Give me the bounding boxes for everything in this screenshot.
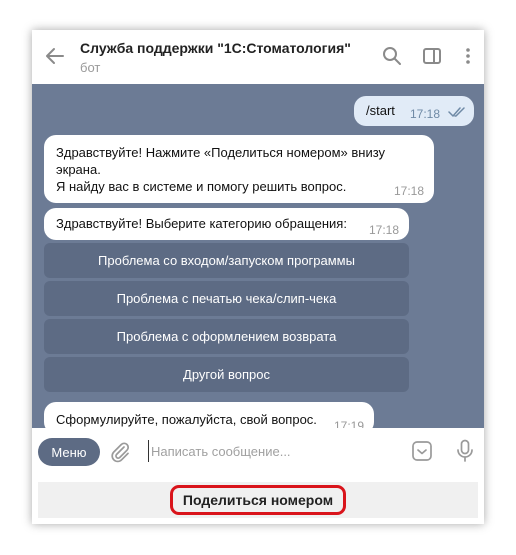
share-number-button[interactable]: Поделиться номером bbox=[38, 482, 478, 518]
message-text: Сформулируйте, пожалуйста, свой вопрос. bbox=[56, 412, 317, 427]
message-input-bar: Меню bbox=[32, 428, 484, 476]
inline-button-login-problem[interactable]: Проблема со входом/запуском программы bbox=[44, 243, 409, 278]
share-number-label: Поделиться номером bbox=[169, 485, 347, 515]
double-check-icon bbox=[448, 107, 465, 117]
chat-subtitle: бот bbox=[80, 60, 101, 75]
incoming-message: Сформулируйте, пожалуйста, свой вопрос. … bbox=[44, 402, 374, 428]
attach-button[interactable] bbox=[108, 440, 132, 464]
sidebar-toggle-button[interactable] bbox=[420, 44, 444, 68]
message-line: экрана. bbox=[56, 162, 101, 177]
message-line: Я найду вас в системе и помогу решить во… bbox=[56, 179, 347, 194]
message-time: 17:18 bbox=[369, 223, 400, 237]
incoming-message: Здравствуйте! Нажмите «Поделиться номеро… bbox=[44, 135, 434, 203]
message-area[interactable]: /start 17:18 Здравствуйте! Нажмите «Поде… bbox=[32, 84, 484, 428]
microphone-icon bbox=[457, 439, 473, 462]
chat-header: Служба поддержки "1С:Стоматология" бот bbox=[32, 30, 484, 84]
chat-title: Служба поддержки "1С:Стоматология" bbox=[80, 40, 351, 56]
sticker-icon bbox=[412, 441, 432, 461]
message-input[interactable] bbox=[148, 440, 401, 462]
more-button[interactable] bbox=[456, 44, 480, 68]
more-vertical-icon bbox=[466, 48, 470, 64]
message-time: 17:18 bbox=[394, 184, 425, 198]
message-text: /start bbox=[366, 103, 395, 118]
paperclip-icon bbox=[111, 442, 130, 463]
menu-button[interactable]: Меню bbox=[38, 438, 100, 466]
back-button[interactable] bbox=[42, 43, 68, 69]
sticker-button[interactable] bbox=[410, 439, 434, 463]
telegram-window: Служба поддержки "1С:Стоматология" бот /… bbox=[32, 30, 484, 524]
message-time: 17:19 bbox=[334, 419, 365, 428]
voice-button[interactable] bbox=[453, 438, 477, 464]
reply-keyboard: Поделиться номером bbox=[32, 476, 484, 524]
arrow-left-icon bbox=[46, 48, 64, 64]
search-icon bbox=[383, 47, 401, 65]
message-time: 17:18 bbox=[410, 107, 441, 121]
inline-button-other-question[interactable]: Другой вопрос bbox=[44, 357, 409, 392]
message-text: Здравствуйте! Выберите категорию обращен… bbox=[56, 216, 347, 231]
outgoing-message: /start 17:18 bbox=[354, 96, 474, 126]
sidebar-icon bbox=[423, 48, 441, 64]
incoming-message: Здравствуйте! Выберите категорию обращен… bbox=[44, 208, 409, 240]
search-button[interactable] bbox=[380, 44, 404, 68]
message-line: Здравствуйте! Нажмите «Поделиться номеро… bbox=[56, 145, 386, 160]
inline-button-return-problem[interactable]: Проблема с оформлением возврата bbox=[44, 319, 409, 354]
inline-button-print-problem[interactable]: Проблема с печатью чека/слип-чека bbox=[44, 281, 409, 316]
